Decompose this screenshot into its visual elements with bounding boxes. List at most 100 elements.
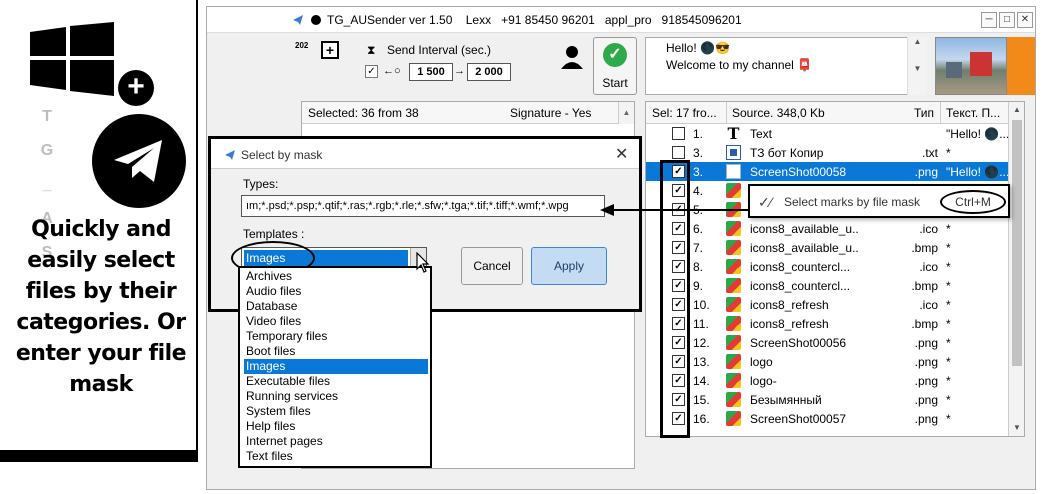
apply-button[interactable]: Apply xyxy=(531,247,607,285)
file-text: * xyxy=(946,279,951,293)
side-letter: T xyxy=(42,108,52,125)
file-type: .bmp xyxy=(911,279,938,293)
file-row[interactable]: ✓ 3. ScreenShot00058 .png "Hello! 🌑... xyxy=(646,162,1008,181)
interval-arrow-icon: → xyxy=(454,65,465,77)
close-icon[interactable]: ✕ xyxy=(615,144,628,164)
file-text: * xyxy=(946,412,951,426)
file-text: "Hello! 🌑... xyxy=(946,127,1008,141)
file-row[interactable]: ✓ 6. icons8_available_u... .ico * xyxy=(646,219,1008,238)
telegram-logo-icon xyxy=(92,114,186,208)
image-icon xyxy=(726,316,741,331)
file-type: .png xyxy=(914,165,938,179)
files-scrollbar[interactable]: ▲ ▼ xyxy=(1008,102,1024,436)
file-name: Безымянный xyxy=(750,393,822,407)
dropdown-option[interactable]: Temporary files xyxy=(244,329,428,344)
dropdown-option[interactable]: System files xyxy=(244,404,428,419)
files-list[interactable]: Sel: 17 fro... Source. 348,0 Kb Тип Текс… xyxy=(645,101,1025,437)
cancel-button[interactable]: Cancel xyxy=(461,247,523,285)
mouse-cursor-icon xyxy=(416,252,430,273)
file-row[interactable]: ✓ 14. logo- .png * xyxy=(646,371,1008,390)
scroll-up-icon[interactable]: ▲ xyxy=(618,102,634,124)
minimize-button[interactable]: ─ xyxy=(981,12,997,28)
start-button[interactable]: ✓ Start xyxy=(593,37,637,95)
text-icon: T xyxy=(727,124,740,143)
file-row[interactable]: ✓ 13. logo .png * xyxy=(646,352,1008,371)
promo-text: Quickly and easily select files by their… xyxy=(15,217,187,397)
dropdown-option[interactable]: Archives xyxy=(244,269,428,284)
file-checkbox[interactable] xyxy=(672,127,685,140)
image-icon xyxy=(726,354,741,369)
file-row[interactable]: 1. T Text "Hello! 🌑... xyxy=(646,124,1008,143)
maximize-button[interactable]: □ xyxy=(999,12,1015,28)
file-checkbox[interactable] xyxy=(672,146,685,159)
scroll-thumb[interactable] xyxy=(1012,120,1022,366)
image-icon xyxy=(726,411,741,426)
side-letter: _ xyxy=(42,176,52,193)
user-icon[interactable] xyxy=(561,45,583,69)
col-selected: Selected: 36 from 38 xyxy=(308,106,419,120)
file-row[interactable]: ✓ 15. Безымянный .png * xyxy=(646,390,1008,409)
accent-bar xyxy=(1007,37,1035,95)
file-name: ТЗ бот Копир xyxy=(750,146,824,160)
scroll-up-icon[interactable]: ▲ xyxy=(1009,102,1024,118)
shortcut-label: Ctrl+M xyxy=(940,190,1006,214)
templates-label: Templates : xyxy=(243,227,305,241)
file-row[interactable]: 3. ТЗ бот Копир .txt * xyxy=(646,143,1008,162)
dropdown-option[interactable]: Images xyxy=(244,359,428,374)
window-title: TG_AUSender ver 1.50 Lexx +91 85450 9620… xyxy=(327,13,742,27)
message-preview[interactable]: Hello! 🌑😎 Welcome to my channel 📮 xyxy=(645,37,927,95)
interval-to-input[interactable]: 2 000 xyxy=(467,63,511,81)
interval-checkbox[interactable]: ✓ xyxy=(365,65,378,78)
add-button[interactable]: + xyxy=(321,41,339,59)
file-row[interactable]: ✓ 7. icons8_available_u... .bmp * xyxy=(646,238,1008,257)
plus-icon: + xyxy=(118,70,154,106)
col-source: Source. 348,0 Kb xyxy=(732,106,825,120)
dropdown-option[interactable]: Internet pages xyxy=(244,434,428,449)
message-scrollbar[interactable]: ▲ ▼ xyxy=(907,37,927,95)
dropdown-option[interactable]: Video files xyxy=(244,314,428,329)
file-type: .png xyxy=(914,393,938,407)
file-name: ScreenShot00057 xyxy=(750,412,847,426)
send-interval-label: Send Interval (sec.) xyxy=(387,43,492,57)
file-name: logo xyxy=(750,355,773,369)
file-row[interactable]: ✓ 11. icons8_refresh .bmp * xyxy=(646,314,1008,333)
file-row[interactable]: ✓ 12. ScreenShot00056 .png * xyxy=(646,333,1008,352)
dropdown-option[interactable]: Boot files xyxy=(244,344,428,359)
file-row[interactable]: ✓ 9. icons8_countercl... .bmp * xyxy=(646,276,1008,295)
dropdown-option[interactable]: Executable files xyxy=(244,374,428,389)
image-icon xyxy=(726,164,741,179)
dropdown-option[interactable]: Text files xyxy=(244,449,428,464)
doc-icon xyxy=(726,145,741,160)
promo-panel: + T G _ A S Quickly and easily select fi… xyxy=(0,0,200,494)
file-text: * xyxy=(946,317,951,331)
scroll-down-icon[interactable]: ▼ xyxy=(1009,420,1024,436)
file-text: * xyxy=(946,241,951,255)
file-row[interactable]: ✓ 16. ScreenShot00057 .png * xyxy=(646,409,1008,428)
image-icon xyxy=(726,373,741,388)
file-name: icons8_available_u... xyxy=(750,222,858,236)
dropdown-option[interactable]: Help files xyxy=(244,419,428,434)
image-icon xyxy=(726,259,741,274)
file-text: * xyxy=(946,393,951,407)
templates-dropdown[interactable]: Archives Audio files Database Video files Te… xyxy=(238,266,432,468)
file-text: * xyxy=(946,146,951,160)
toolbar: 202 + ⧗ Send Interval (sec.) ✓ ←○ 1 500 … xyxy=(207,33,1035,101)
dropdown-option[interactable]: Audio files xyxy=(244,284,428,299)
context-menu-item[interactable]: ✓⁄ Select marks by file mask Ctrl+M xyxy=(748,184,1010,218)
start-label: Start xyxy=(602,76,628,90)
message-line: Hello! 🌑😎 xyxy=(666,41,730,55)
col-signature: Signature - Yes xyxy=(510,106,592,120)
file-row[interactable]: ✓ 8. icons8_countercl... .ico * xyxy=(646,257,1008,276)
dropdown-option[interactable]: Running services xyxy=(244,389,428,404)
hourglass-icon: ⧗ xyxy=(367,43,376,57)
file-number: 7. xyxy=(693,241,704,255)
file-text: * xyxy=(946,222,951,236)
file-name: icons8_countercl... xyxy=(750,279,851,293)
types-input[interactable]: ım;*.psd;*.psp;*.qtif;*.ras;*.rgb;*.rle;… xyxy=(241,195,605,217)
types-label: Types: xyxy=(243,177,279,191)
close-button[interactable]: ✕ xyxy=(1017,12,1033,28)
image-preview xyxy=(935,37,1007,95)
interval-from-input[interactable]: 1 500 xyxy=(409,63,453,81)
file-row[interactable]: ✓ 10. icons8_refresh .ico * xyxy=(646,295,1008,314)
dropdown-option[interactable]: Database xyxy=(244,299,428,314)
